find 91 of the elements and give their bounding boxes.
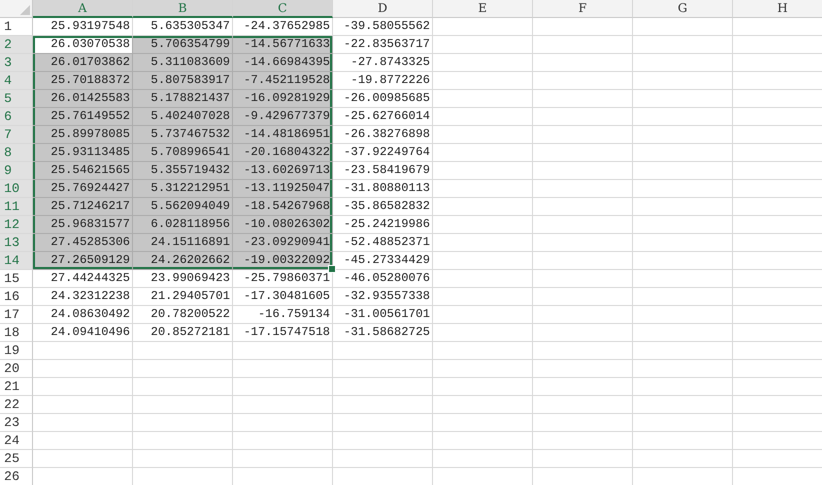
table-cell[interactable]: 26.01425583 [33, 90, 133, 108]
table-cell[interactable]: 25.71246217 [33, 198, 133, 216]
table-cell[interactable]: 24.26202662 [133, 252, 233, 270]
table-cell[interactable]: 5.706354799 [133, 36, 233, 54]
table-cell[interactable]: -25.24219986 [333, 216, 433, 234]
table-cell[interactable]: -31.80880113 [333, 180, 433, 198]
table-cell[interactable]: -22.83563717 [333, 36, 433, 54]
table-cell[interactable]: -23.09290941 [233, 234, 333, 252]
fill-handle[interactable] [328, 265, 336, 273]
table-cell[interactable]: 25.76924427 [33, 180, 133, 198]
table-cell[interactable]: 6.028118956 [133, 216, 233, 234]
row-header[interactable]: 10 [0, 180, 33, 198]
row-header[interactable]: 8 [0, 144, 33, 162]
table-cell[interactable]: 23.99069423 [133, 270, 233, 288]
table-cell[interactable]: 27.26509129 [33, 252, 133, 270]
table-cell[interactable]: -18.54267968 [233, 198, 333, 216]
table-cell[interactable]: 5.402407028 [133, 108, 233, 126]
table-cell[interactable]: -26.38276898 [333, 126, 433, 144]
table-cell[interactable]: -52.48852371 [333, 234, 433, 252]
row-header[interactable]: 9 [0, 162, 33, 180]
table-cell[interactable]: 21.29405701 [133, 288, 233, 306]
table-cell[interactable]: 25.70188372 [33, 72, 133, 90]
table-cell[interactable]: -25.79860371 [233, 270, 333, 288]
table-cell[interactable]: 20.78200522 [133, 306, 233, 324]
column-header[interactable]: B [133, 0, 233, 18]
column-header[interactable]: A [33, 0, 133, 18]
column-header[interactable]: H [733, 0, 822, 18]
column-header[interactable]: E [433, 0, 533, 18]
table-cell[interactable]: 24.32312238 [33, 288, 133, 306]
row-header[interactable]: 5 [0, 90, 33, 108]
table-cell[interactable]: 20.85272181 [133, 324, 233, 342]
table-cell[interactable]: -32.93557338 [333, 288, 433, 306]
row-header[interactable]: 7 [0, 126, 33, 144]
table-cell[interactable]: 24.15116891 [133, 234, 233, 252]
table-cell[interactable]: 26.01703862 [33, 54, 133, 72]
table-cell[interactable]: 5.807583917 [133, 72, 233, 90]
table-cell[interactable]: 5.311083609 [133, 54, 233, 72]
table-cell[interactable]: -9.429677379 [233, 108, 333, 126]
table-cell[interactable]: -19.00322092 [233, 252, 333, 270]
table-cell[interactable]: -20.16804322 [233, 144, 333, 162]
row-header[interactable]: 3 [0, 54, 33, 72]
table-cell[interactable]: 25.96831577 [33, 216, 133, 234]
row-header[interactable]: 11 [0, 198, 33, 216]
table-cell[interactable]: -23.58419679 [333, 162, 433, 180]
table-cell[interactable]: 5.312212951 [133, 180, 233, 198]
table-cell[interactable]: 25.76149552 [33, 108, 133, 126]
active-cell[interactable]: 26.03070538 [33, 36, 133, 54]
row-header[interactable]: 13 [0, 234, 33, 252]
table-cell[interactable]: -14.56771633 [233, 36, 333, 54]
table-cell[interactable]: 25.54621565 [33, 162, 133, 180]
table-cell[interactable]: -7.452119528 [233, 72, 333, 90]
table-cell[interactable]: 5.708996541 [133, 144, 233, 162]
table-cell[interactable]: -14.48186951 [233, 126, 333, 144]
table-cell[interactable]: -27.8743325 [333, 54, 433, 72]
table-cell[interactable]: 5.562094049 [133, 198, 233, 216]
table-cell[interactable]: 5.737467532 [133, 126, 233, 144]
table-cell[interactable]: -25.62766014 [333, 108, 433, 126]
table-cell[interactable]: -35.86582832 [333, 198, 433, 216]
table-cell[interactable]: 5.355719432 [133, 162, 233, 180]
table-cell[interactable]: 24.09410496 [33, 324, 133, 342]
table-cell[interactable]: -13.11925047 [233, 180, 333, 198]
table-cell[interactable]: -13.60269713 [233, 162, 333, 180]
row-header[interactable]: 12 [0, 216, 33, 234]
table-cell[interactable]: -31.00561701 [333, 306, 433, 324]
column-header[interactable]: G [633, 0, 733, 18]
column-header[interactable]: F [533, 0, 633, 18]
table-cell[interactable]: 25.93113485 [33, 144, 133, 162]
table-cell[interactable]: -19.8772226 [333, 72, 433, 90]
table-cell[interactable]: 24.08630492 [33, 306, 133, 324]
table-cell[interactable]: -17.15747518 [233, 324, 333, 342]
row-header[interactable]: 2 [0, 36, 33, 54]
table-cell[interactable]: 25.89978085 [33, 126, 133, 144]
table-cell[interactable]: 5.178821437 [133, 90, 233, 108]
table-cell[interactable]: -16.759134 [233, 306, 333, 324]
table-cell[interactable]: -39.58055562 [333, 18, 433, 36]
row-header[interactable]: 4 [0, 72, 33, 90]
table-cell[interactable]: -26.00985685 [333, 90, 433, 108]
row-header[interactable]: 14 [0, 252, 33, 270]
table-cell[interactable]: -10.08026302 [233, 216, 333, 234]
table-cell[interactable]: -31.58682725 [333, 324, 433, 342]
table-cell[interactable]: 27.45285306 [33, 234, 133, 252]
table-cell[interactable]: -14.66984395 [233, 54, 333, 72]
table-cell[interactable]: -37.92249764 [333, 144, 433, 162]
table-cell[interactable]: -16.09281929 [233, 90, 333, 108]
row-header[interactable]: 6 [0, 108, 33, 126]
column-header[interactable]: C [233, 0, 333, 18]
table-cell[interactable]: -46.05280076 [333, 270, 433, 288]
column-header[interactable]: D [333, 0, 433, 18]
table-cell[interactable]: 27.44244325 [33, 270, 133, 288]
table-cell[interactable]: -17.30481605 [233, 288, 333, 306]
table-cell[interactable]: -45.27334429 [333, 252, 433, 270]
